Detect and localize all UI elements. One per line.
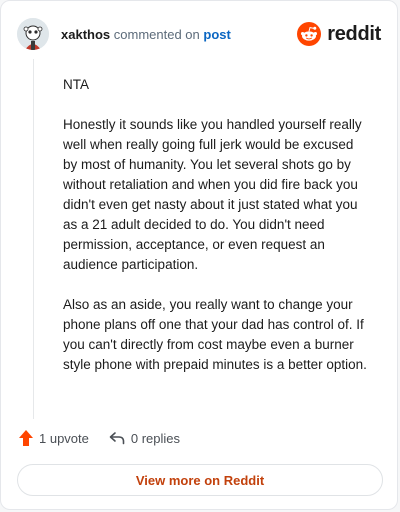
comment-actions: 1 upvote 0 replies [19, 430, 200, 446]
replies-button[interactable]: 0 replies [109, 431, 180, 446]
comment-meta: xakthos commented on post [61, 27, 231, 42]
upvote-arrow-icon [19, 430, 33, 446]
upvote-count: 1 upvote [39, 430, 89, 446]
post-link[interactable]: post [203, 27, 230, 42]
reply-count: 0 replies [130, 430, 181, 446]
snoo-avatar-icon [17, 18, 49, 50]
comment-body: NTA Honestly it sounds like you handled … [63, 75, 371, 395]
reddit-wordmark: reddit [327, 22, 381, 45]
comment-paragraph: NTA [63, 77, 89, 92]
upvote-button[interactable]: 1 upvote [19, 430, 89, 446]
reply-arrow-icon [109, 432, 125, 445]
thread-line [33, 59, 34, 419]
comment-username[interactable]: xakthos [61, 27, 110, 42]
commented-on-text: commented on [113, 26, 200, 42]
reddit-logo-icon [297, 22, 322, 46]
comment-header: xakthos commented on post reddit [17, 17, 381, 51]
user-avatar[interactable] [17, 18, 49, 50]
view-more-on-reddit-button[interactable]: View more on Reddit [17, 464, 383, 496]
embedded-comment-card: xakthos commented on post reddit NTA Hon… [0, 0, 398, 510]
comment-paragraph: Honestly it sounds like you handled your… [63, 117, 362, 272]
comment-paragraph: Also as an aside, you really want to cha… [63, 297, 367, 372]
reddit-brand[interactable]: reddit [297, 22, 381, 46]
